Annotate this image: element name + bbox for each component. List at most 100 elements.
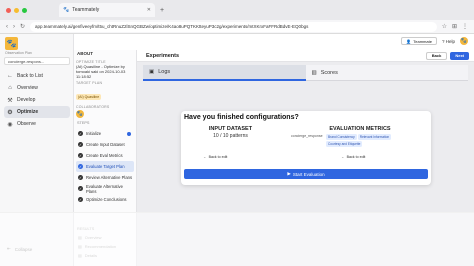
home-icon: ⌂ xyxy=(8,85,12,91)
arrow-left-icon: ← xyxy=(7,73,13,79)
about-title: ABOUT xyxy=(77,51,93,56)
back-button[interactable]: Back xyxy=(425,51,448,60)
tab-label: Scores xyxy=(320,69,338,76)
reload-icon[interactable]: ↻ xyxy=(20,23,25,30)
browser-tab-title: Teammately xyxy=(72,7,100,13)
help-button[interactable]: ? Help xyxy=(442,39,455,44)
sidebar-item-label: Observe xyxy=(17,121,36,127)
build-icon: ⚒ xyxy=(7,97,13,104)
eval-metrics-heading: EVALUATION METRICS xyxy=(329,126,391,132)
target-plan-badge: (AI) Quasiline xyxy=(76,94,102,100)
arrow-left-icon: ← xyxy=(203,155,207,159)
eval-metrics-section: EVALUATION METRICS concierge_response Br… xyxy=(291,126,429,147)
play-icon: ▶ xyxy=(287,171,291,176)
team-button[interactable]: 👤 Teammate xyxy=(401,37,437,45)
optimize-title-value: (AI) Quasiline - Optimize by tomoaki sak… xyxy=(76,64,126,79)
back-to-edit-metrics-button[interactable]: ← Back to edit xyxy=(341,155,365,159)
step-optimize-conclusions[interactable]: ✓ Optimize Conclusions xyxy=(76,194,134,205)
steps-label: STEPS xyxy=(77,121,90,125)
collaborator-avatar: 🐾 xyxy=(76,110,84,118)
team-label: Teammate xyxy=(413,38,432,44)
metric-tag: Brand Consistency xyxy=(326,134,357,140)
favicon-icon: 🐾 xyxy=(63,7,70,13)
back-to-edit-label: Back to edit xyxy=(208,155,228,159)
scores-icon: ▥ xyxy=(311,69,317,76)
step-evaluate-alternative-plans[interactable]: ✓ Evaluate Alternative Plans xyxy=(76,183,134,194)
input-dataset-heading: INPUT DATASET xyxy=(208,126,253,132)
close-window-button[interactable] xyxy=(6,7,11,13)
menu-icon[interactable]: ⋮ xyxy=(462,23,468,30)
plan-select-value: concierge-respons... xyxy=(8,58,45,64)
new-tab-icon[interactable]: + xyxy=(160,7,164,14)
main-header: Experiments Back Next xyxy=(137,50,474,62)
check-icon: ✓ xyxy=(78,153,83,158)
close-tab-icon[interactable]: ✕ xyxy=(147,7,151,13)
sidebar-item-overview[interactable]: ⌂ Overview xyxy=(4,82,70,94)
tab-label: Logs xyxy=(158,69,171,75)
sidebar-item-back[interactable]: ← Back to List xyxy=(4,70,70,82)
tab-scores[interactable]: ▥ Scores xyxy=(305,65,468,81)
confirm-config-dialog: Have you finished configurations? INPUT … xyxy=(181,111,431,185)
back-to-edit-dataset-button[interactable]: ← Back to edit xyxy=(203,155,227,159)
collaborators-label: COLLABORATORS xyxy=(76,105,110,109)
step-review-alternative-plans[interactable]: ✓ Review Alternative Plans xyxy=(76,172,134,183)
browser-tab-bar: 🐾 Teammately ✕ + xyxy=(0,0,474,20)
plan-select[interactable]: concierge-respons... xyxy=(4,57,70,65)
check-icon: ✓ xyxy=(78,186,83,191)
step-label: Create Input Dataset xyxy=(86,142,125,147)
extensions-icon[interactable]: ⊞ xyxy=(452,23,457,30)
metric-tag: Relevant Information xyxy=(357,134,392,140)
tab-logs[interactable]: ▣ Logs xyxy=(143,65,306,81)
metric-name: concierge_response xyxy=(291,134,323,138)
back-nav-icon[interactable]: ‹ xyxy=(6,24,8,30)
header-controls: 👤 Teammate ? Help 🐾 xyxy=(401,37,468,45)
step-initialize[interactable]: ✓ Initialize xyxy=(76,128,134,139)
workspace-label: Observation Plan xyxy=(5,51,32,55)
step-label: Review Alternative Plans xyxy=(86,175,133,180)
step-label: Create Eval Metrics xyxy=(86,153,123,158)
check-icon: ✓ xyxy=(78,175,83,180)
user-icon: 👤 xyxy=(406,38,412,44)
help-icon: ? xyxy=(441,38,445,44)
address-text: app.teammately.ai/genfiveeyfm/t5u_chtRnu… xyxy=(35,24,309,29)
metric-tag: Courtesy and Etiquette xyxy=(326,141,363,147)
step-label: Initialize xyxy=(86,131,102,136)
maximize-window-button[interactable] xyxy=(22,7,27,13)
input-dataset-section: INPUT DATASET 10 / 10 patterns xyxy=(188,126,273,139)
logs-icon: ▣ xyxy=(149,69,155,75)
back-to-edit-label: Back to edit xyxy=(346,155,366,159)
input-dataset-value: 10 / 10 patterns xyxy=(213,133,248,139)
start-evaluation-button[interactable]: ▶ Start Evaluation xyxy=(184,169,428,179)
dock-overlay xyxy=(0,212,474,266)
start-evaluation-label: Start Evaluation xyxy=(292,171,325,177)
star-icon[interactable]: ☆ xyxy=(442,23,447,30)
step-evaluate-target-plan[interactable]: ✓ Evaluate Target Plan xyxy=(76,161,134,172)
next-button[interactable]: Next xyxy=(450,51,469,60)
page-title: Experiments xyxy=(146,52,180,59)
help-label: Help xyxy=(445,38,455,44)
gear-icon: ⚙ xyxy=(7,109,13,116)
check-icon: ✓ xyxy=(78,197,83,202)
sidebar-item-develop[interactable]: ⚒ Develop xyxy=(4,94,70,106)
minimize-window-button[interactable] xyxy=(14,7,19,13)
sidebar-item-label: Back to List xyxy=(17,73,43,79)
step-create-eval-metrics[interactable]: ✓ Create Eval Metrics xyxy=(76,150,134,161)
sidebar-item-observe[interactable]: ◉ Observe xyxy=(4,118,70,130)
browser-toolbar: ‹ › ↻ app.teammately.ai/genfiveeyfm/t5u_… xyxy=(0,20,474,34)
browser-tab[interactable]: 🐾 Teammately ✕ xyxy=(59,3,155,17)
step-label: Evaluate Alternative Plans xyxy=(85,183,123,194)
address-bar[interactable]: app.teammately.ai/genfiveeyfm/t5u_chtRnu… xyxy=(30,21,437,32)
sidebar-item-label: Overview xyxy=(17,85,38,91)
step-label: Evaluate Target Plan xyxy=(86,164,125,169)
sidebar-item-optimize[interactable]: ⚙ Optimize xyxy=(4,106,70,118)
sidebar-item-label: Optimize xyxy=(17,109,39,115)
experiment-tabs: ▣ Logs ▥ Scores xyxy=(143,65,468,81)
check-icon: ✓ xyxy=(78,131,83,136)
brand-logo-icon: 🐾 xyxy=(5,37,18,50)
arrow-left-icon: ← xyxy=(341,155,345,159)
sidebar-item-label: Develop xyxy=(17,97,36,103)
status-dot-icon xyxy=(127,131,131,136)
step-create-input-dataset[interactable]: ✓ Create Input Dataset xyxy=(76,139,134,150)
avatar[interactable]: 🐾 xyxy=(460,37,468,45)
forward-nav-icon[interactable]: › xyxy=(13,24,15,30)
